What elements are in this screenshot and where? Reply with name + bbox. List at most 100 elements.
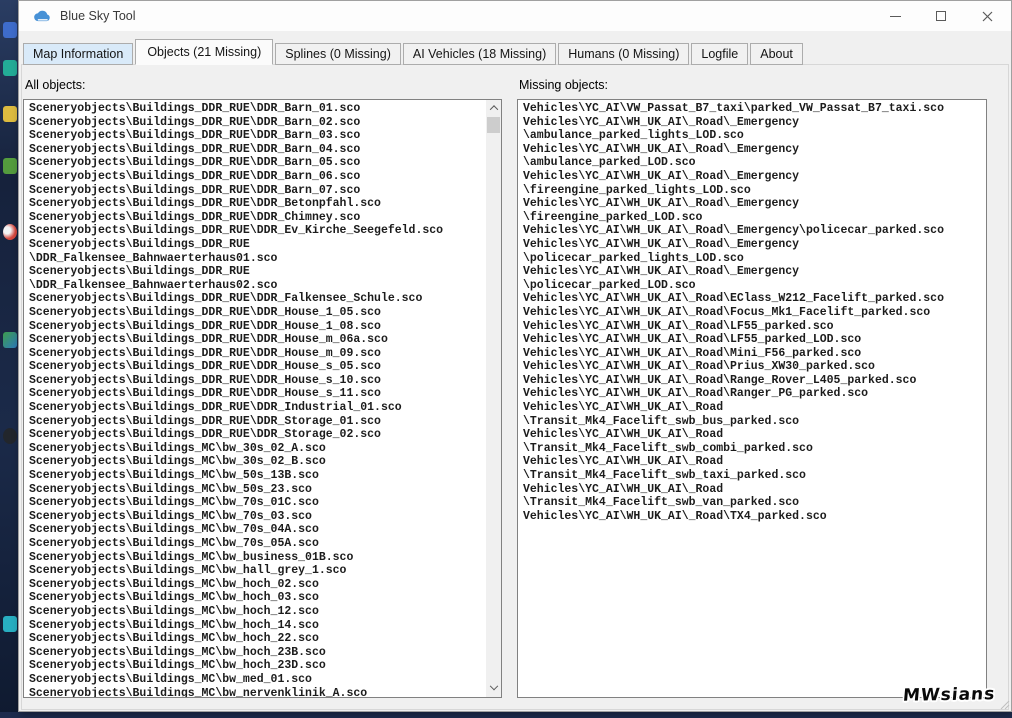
- list-item[interactable]: Vehicles\YC_AI\VW_Passat_B7_taxi\parked_…: [523, 102, 982, 116]
- list-item[interactable]: Sceneryobjects\Buildings_MC\bw_business_…: [29, 551, 483, 565]
- list-item[interactable]: Vehicles\YC_AI\WH_UK_AI\_Road: [523, 428, 982, 442]
- tab-logfile[interactable]: Logfile: [691, 43, 748, 65]
- list-item[interactable]: Vehicles\YC_AI\WH_UK_AI\_Road\TX4_parked…: [523, 510, 982, 524]
- list-item[interactable]: Sceneryobjects\Buildings_DDR_RUE\DDR_Hou…: [29, 387, 483, 401]
- list-item[interactable]: Vehicles\YC_AI\WH_UK_AI\_Road: [523, 401, 982, 415]
- list-item[interactable]: Vehicles\YC_AI\WH_UK_AI\_Road\_Emergency: [523, 170, 982, 184]
- list-item[interactable]: Sceneryobjects\Buildings_DDR_RUE\DDR_Fal…: [29, 292, 483, 306]
- list-item[interactable]: \Transit_Mk4_Facelift_swb_bus_parked.sco: [523, 415, 982, 429]
- scroll-up-button[interactable]: [486, 100, 501, 116]
- close-button[interactable]: [964, 1, 1010, 31]
- list-item[interactable]: Sceneryobjects\Buildings_MC\bw_nervenkli…: [29, 687, 483, 698]
- list-item[interactable]: \fireengine_parked_lights_LOD.sco: [523, 184, 982, 198]
- list-item[interactable]: Sceneryobjects\Buildings_MC\bw_30s_02_B.…: [29, 455, 483, 469]
- list-item[interactable]: Sceneryobjects\Buildings_DDR_RUE\DDR_Hou…: [29, 347, 483, 361]
- list-item[interactable]: Sceneryobjects\Buildings_DDR_RUE\DDR_Sto…: [29, 428, 483, 442]
- list-item[interactable]: Sceneryobjects\Buildings_MC\bw_50s_23.sc…: [29, 483, 483, 497]
- list-item[interactable]: Sceneryobjects\Buildings_DDR_RUE\DDR_Hou…: [29, 333, 483, 347]
- list-item[interactable]: Vehicles\YC_AI\WH_UK_AI\_Road\Mini_F56_p…: [523, 347, 982, 361]
- list-item[interactable]: Sceneryobjects\Buildings_DDR_RUE: [29, 265, 483, 279]
- list-item[interactable]: Sceneryobjects\Buildings_MC\bw_50s_13B.s…: [29, 469, 483, 483]
- list-item[interactable]: Vehicles\YC_AI\WH_UK_AI\_Road\_Emergency: [523, 265, 982, 279]
- list-item[interactable]: Sceneryobjects\Buildings_MC\bw_70s_03.sc…: [29, 510, 483, 524]
- list-item[interactable]: Vehicles\YC_AI\WH_UK_AI\_Road\_Emergency…: [523, 224, 982, 238]
- list-item[interactable]: Sceneryobjects\Buildings_DDR_RUE\DDR_Chi…: [29, 211, 483, 225]
- missing-objects-listbox[interactable]: Vehicles\YC_AI\VW_Passat_B7_taxi\parked_…: [517, 99, 987, 698]
- list-item[interactable]: Sceneryobjects\Buildings_MC\bw_hoch_02.s…: [29, 578, 483, 592]
- chevron-down-icon: [489, 682, 497, 690]
- list-item[interactable]: \Transit_Mk4_Facelift_swb_combi_parked.s…: [523, 442, 982, 456]
- list-item[interactable]: \Transit_Mk4_Facelift_swb_taxi_parked.sc…: [523, 469, 982, 483]
- list-item[interactable]: Sceneryobjects\Buildings_DDR_RUE\DDR_Hou…: [29, 320, 483, 334]
- list-item[interactable]: Vehicles\YC_AI\WH_UK_AI\_Road\_Emergency: [523, 197, 982, 211]
- list-item[interactable]: Sceneryobjects\Buildings_DDR_RUE\DDR_Bar…: [29, 129, 483, 143]
- list-item[interactable]: Vehicles\YC_AI\WH_UK_AI\_Road: [523, 455, 982, 469]
- list-item[interactable]: Sceneryobjects\Buildings_MC\bw_hoch_12.s…: [29, 605, 483, 619]
- list-item[interactable]: Vehicles\YC_AI\WH_UK_AI\_Road\LF55_parke…: [523, 320, 982, 334]
- list-item[interactable]: Sceneryobjects\Buildings_MC\bw_70s_05A.s…: [29, 537, 483, 551]
- list-item[interactable]: Sceneryobjects\Buildings_MC\bw_hoch_22.s…: [29, 632, 483, 646]
- list-item[interactable]: Vehicles\YC_AI\WH_UK_AI\_Road\Range_Rove…: [523, 374, 982, 388]
- maximize-button[interactable]: [918, 1, 964, 31]
- desktop-icon-fragment: [3, 106, 17, 122]
- list-item[interactable]: Sceneryobjects\Buildings_DDR_RUE\DDR_Sto…: [29, 415, 483, 429]
- list-item[interactable]: Vehicles\YC_AI\WH_UK_AI\_Road\Prius_XW30…: [523, 360, 982, 374]
- cloud-app-icon: [34, 10, 51, 22]
- list-item[interactable]: Sceneryobjects\Buildings_DDR_RUE\DDR_Bar…: [29, 156, 483, 170]
- list-item[interactable]: Sceneryobjects\Buildings_MC\bw_70s_04A.s…: [29, 523, 483, 537]
- list-item[interactable]: \policecar_parked_LOD.sco: [523, 279, 982, 293]
- resize-grip[interactable]: [999, 699, 1010, 710]
- scroll-down-button[interactable]: [486, 681, 501, 697]
- list-item[interactable]: Sceneryobjects\Buildings_MC\bw_hoch_23B.…: [29, 646, 483, 660]
- list-item[interactable]: Sceneryobjects\Buildings_MC\bw_hoch_14.s…: [29, 619, 483, 633]
- list-item[interactable]: Sceneryobjects\Buildings_MC\bw_med_01.sc…: [29, 673, 483, 687]
- all-objects-listbox[interactable]: Sceneryobjects\Buildings_DDR_RUE\DDR_Bar…: [23, 99, 502, 698]
- list-item[interactable]: Sceneryobjects\Buildings_DDR_RUE\DDR_Bar…: [29, 102, 483, 116]
- list-item[interactable]: Sceneryobjects\Buildings_DDR_RUE\DDR_Hou…: [29, 374, 483, 388]
- list-item[interactable]: \ambulance_parked_LOD.sco: [523, 156, 982, 170]
- list-item[interactable]: Sceneryobjects\Buildings_DDR_RUE\DDR_Bar…: [29, 184, 483, 198]
- list-item[interactable]: Vehicles\YC_AI\WH_UK_AI\_Road\EClass_W21…: [523, 292, 982, 306]
- list-item[interactable]: Vehicles\YC_AI\WH_UK_AI\_Road\Focus_Mk1_…: [523, 306, 982, 320]
- tab-humans[interactable]: Humans (0 Missing): [558, 43, 689, 65]
- tab-objects[interactable]: Objects (21 Missing): [135, 39, 273, 65]
- list-item[interactable]: Sceneryobjects\Buildings_DDR_RUE\DDR_Bar…: [29, 170, 483, 184]
- list-item[interactable]: \policecar_parked_lights_LOD.sco: [523, 252, 982, 266]
- list-item[interactable]: Sceneryobjects\Buildings_DDR_RUE: [29, 238, 483, 252]
- minimize-button[interactable]: [872, 1, 918, 31]
- scrollbar-thumb[interactable]: [487, 117, 500, 133]
- desktop-icon-fragment: [3, 428, 17, 444]
- list-item[interactable]: Sceneryobjects\Buildings_MC\bw_hoch_23D.…: [29, 659, 483, 673]
- list-item[interactable]: Sceneryobjects\Buildings_DDR_RUE\DDR_Bar…: [29, 116, 483, 130]
- list-item[interactable]: \fireengine_parked_LOD.sco: [523, 211, 982, 225]
- tab-about[interactable]: About: [750, 43, 803, 65]
- list-item[interactable]: Vehicles\YC_AI\WH_UK_AI\_Road\LF55_parke…: [523, 333, 982, 347]
- tab-splines[interactable]: Splines (0 Missing): [275, 43, 401, 65]
- window-title: Blue Sky Tool: [60, 9, 136, 23]
- list-item[interactable]: Sceneryobjects\Buildings_DDR_RUE\DDR_Hou…: [29, 306, 483, 320]
- list-item[interactable]: Sceneryobjects\Buildings_DDR_RUE\DDR_Hou…: [29, 360, 483, 374]
- list-item[interactable]: Vehicles\YC_AI\WH_UK_AI\_Road: [523, 483, 982, 497]
- list-item[interactable]: Sceneryobjects\Buildings_DDR_RUE\DDR_Bar…: [29, 143, 483, 157]
- list-item[interactable]: Sceneryobjects\Buildings_DDR_RUE\DDR_Ind…: [29, 401, 483, 415]
- list-item[interactable]: Vehicles\YC_AI\WH_UK_AI\_Road\_Emergency: [523, 143, 982, 157]
- list-item[interactable]: Vehicles\YC_AI\WH_UK_AI\_Road\Ranger_PG_…: [523, 387, 982, 401]
- tab-ai-vehicles[interactable]: AI Vehicles (18 Missing): [403, 43, 556, 65]
- list-item[interactable]: \Transit_Mk4_Facelift_swb_van_parked.sco: [523, 496, 982, 510]
- desktop-icon-fragment: [3, 22, 17, 38]
- list-item[interactable]: Sceneryobjects\Buildings_MC\bw_hoch_03.s…: [29, 591, 483, 605]
- list-item[interactable]: Sceneryobjects\Buildings_MC\bw_hall_grey…: [29, 564, 483, 578]
- list-item[interactable]: Sceneryobjects\Buildings_MC\bw_30s_02_A.…: [29, 442, 483, 456]
- tab-map-information[interactable]: Map Information: [23, 43, 133, 65]
- list-item[interactable]: Sceneryobjects\Buildings_MC\bw_70s_01C.s…: [29, 496, 483, 510]
- list-item[interactable]: \DDR_Falkensee_Bahnwaerterhaus01.sco: [29, 252, 483, 266]
- list-item[interactable]: \ambulance_parked_lights_LOD.sco: [523, 129, 982, 143]
- list-item[interactable]: Sceneryobjects\Buildings_DDR_RUE\DDR_Ev_…: [29, 224, 483, 238]
- list-item[interactable]: Sceneryobjects\Buildings_DDR_RUE\DDR_Bet…: [29, 197, 483, 211]
- missing-objects-list: Vehicles\YC_AI\VW_Passat_B7_taxi\parked_…: [523, 102, 982, 698]
- vertical-scrollbar[interactable]: [486, 100, 501, 697]
- list-item[interactable]: Vehicles\YC_AI\WH_UK_AI\_Road\_Emergency: [523, 116, 982, 130]
- list-item[interactable]: Vehicles\YC_AI\WH_UK_AI\_Road\_Emergency: [523, 238, 982, 252]
- desktop-icon-fragment: [3, 616, 17, 632]
- list-item[interactable]: \DDR_Falkensee_Bahnwaerterhaus02.sco: [29, 279, 483, 293]
